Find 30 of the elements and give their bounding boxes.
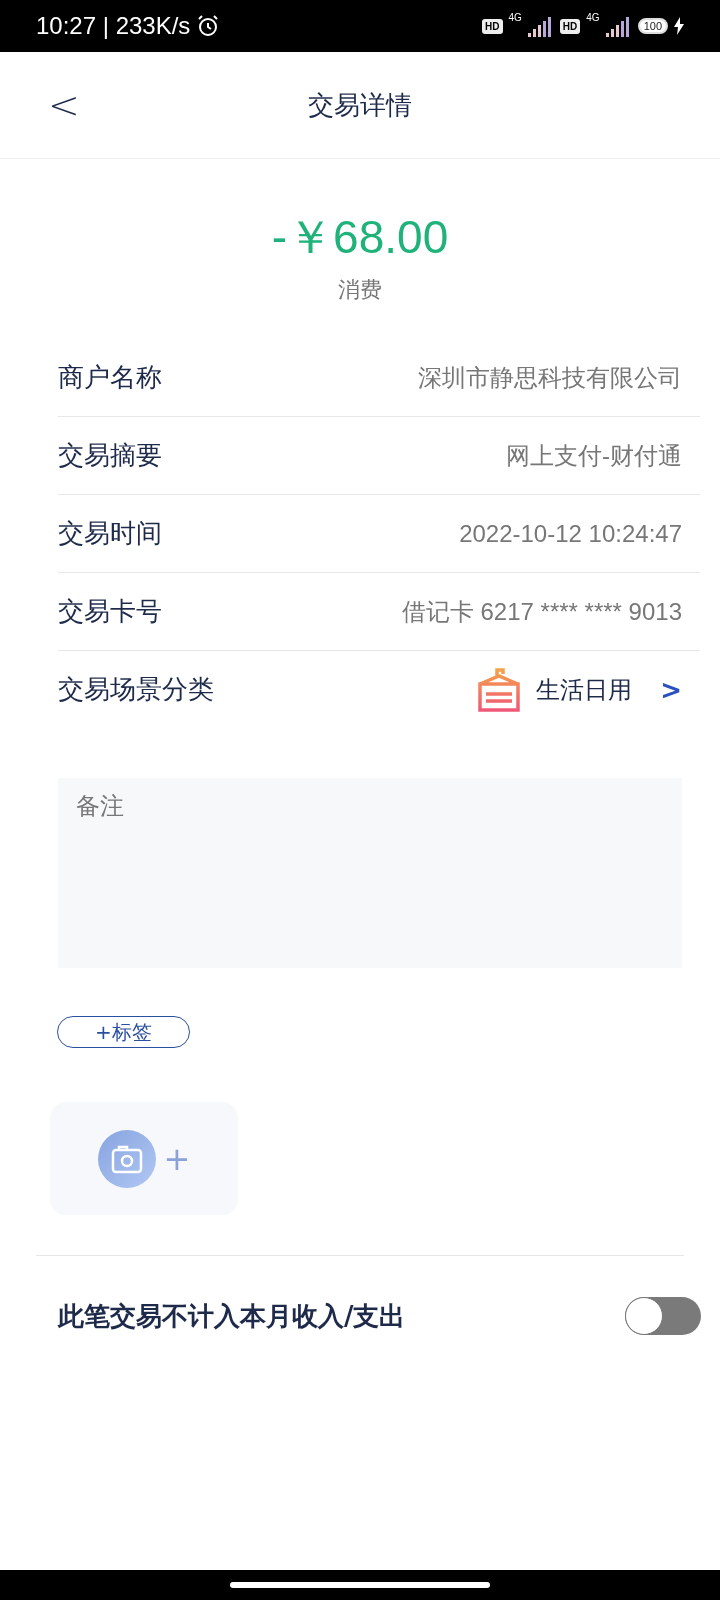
detail-label: 交易时间 — [58, 517, 162, 550]
detail-value: 深圳市静思科技有限公司 — [418, 362, 682, 393]
amount: -￥68.00 — [270, 210, 450, 265]
chevron-icon[interactable]: > — [660, 674, 682, 705]
page-title: 交易详情 — [308, 88, 412, 122]
signal-icon — [605, 15, 632, 37]
charging-icon — [674, 17, 684, 35]
hanger-icon — [476, 667, 523, 712]
hd-badge: HD — [482, 18, 503, 34]
status-time: 10:27 | 233K/s — [36, 12, 191, 40]
network-type: 4G — [586, 12, 600, 23]
camera-icon — [97, 1129, 156, 1188]
category-value[interactable]: 生活日用 — [536, 673, 633, 706]
detail-label: 交易摘要 — [58, 439, 162, 472]
signal-icon — [527, 15, 554, 37]
hd-badge: HD — [559, 18, 581, 34]
detail-label: 商户名称 — [58, 361, 162, 394]
exclude-toggle[interactable] — [625, 1297, 701, 1335]
detail-value: 借记卡 6217 **** **** 9013 — [401, 596, 682, 627]
note-field[interactable]: 备注 — [58, 778, 682, 968]
network-type: 4G — [508, 12, 522, 23]
detail-label: 交易场景分类 — [58, 673, 214, 706]
battery-indicator: 100 — [637, 18, 668, 34]
detail-value: 网上支付-财付通 — [506, 440, 682, 471]
detail-value: 2022-10-12 10:24:47 — [459, 519, 682, 548]
exclude-label: 此笔交易不计入本月收入/支出 — [58, 1299, 406, 1333]
transaction-type: 消费 — [337, 276, 383, 304]
add-tag-button[interactable]: +标签 — [57, 1016, 190, 1048]
detail-label: 交易卡号 — [58, 595, 162, 628]
back-button[interactable]: < — [44, 83, 84, 127]
